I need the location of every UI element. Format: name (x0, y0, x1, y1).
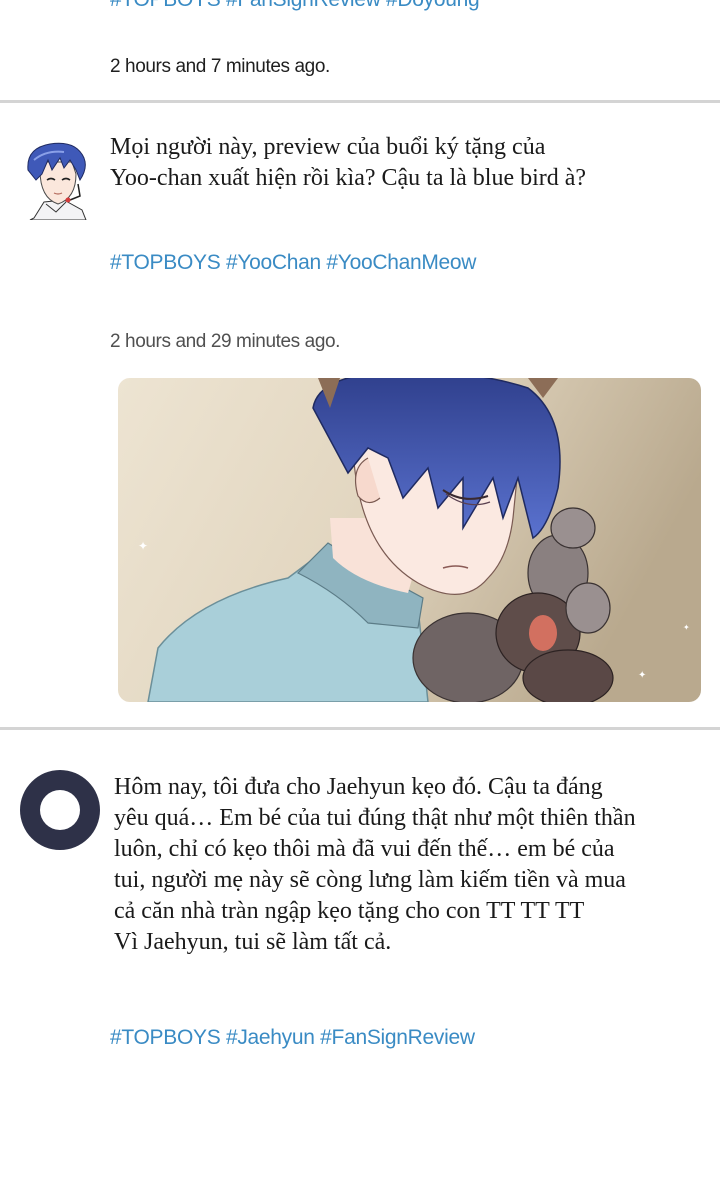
avatar-inner-circle (40, 790, 80, 830)
default-avatar-icon[interactable] (20, 770, 100, 850)
post-hashtags[interactable]: #TOPBOYS #Jaehyun #FanSignReview (110, 1026, 475, 1050)
svg-text:✦: ✦ (138, 539, 148, 553)
post-text: Mọi người này, preview của buổi ký tặng … (110, 134, 587, 191)
post-image[interactable]: ✦ ✦ ✦ (118, 378, 701, 702)
post-divider (0, 727, 720, 730)
svg-text:✦: ✦ (683, 623, 690, 632)
svg-text:✦: ✦ (638, 670, 646, 681)
post-text: Hôm nay, tôi đưa cho Jaehyun kẹo đó. Cậu… (114, 774, 636, 955)
post-image-illustration: ✦ ✦ ✦ (118, 378, 701, 702)
avatar-illustration (20, 140, 94, 221)
post-divider (0, 100, 720, 103)
previous-post-hashtags[interactable]: #TOPBOYS #FanSignReview #Doyoung (110, 0, 480, 12)
previous-post-timestamp: 2 hours and 7 minutes ago. (110, 56, 330, 77)
user-avatar[interactable] (20, 140, 94, 221)
post-hashtags[interactable]: #TOPBOYS #YooChan #YooChanMeow (110, 251, 476, 275)
post-timestamp: 2 hours and 29 minutes ago. (110, 331, 341, 352)
